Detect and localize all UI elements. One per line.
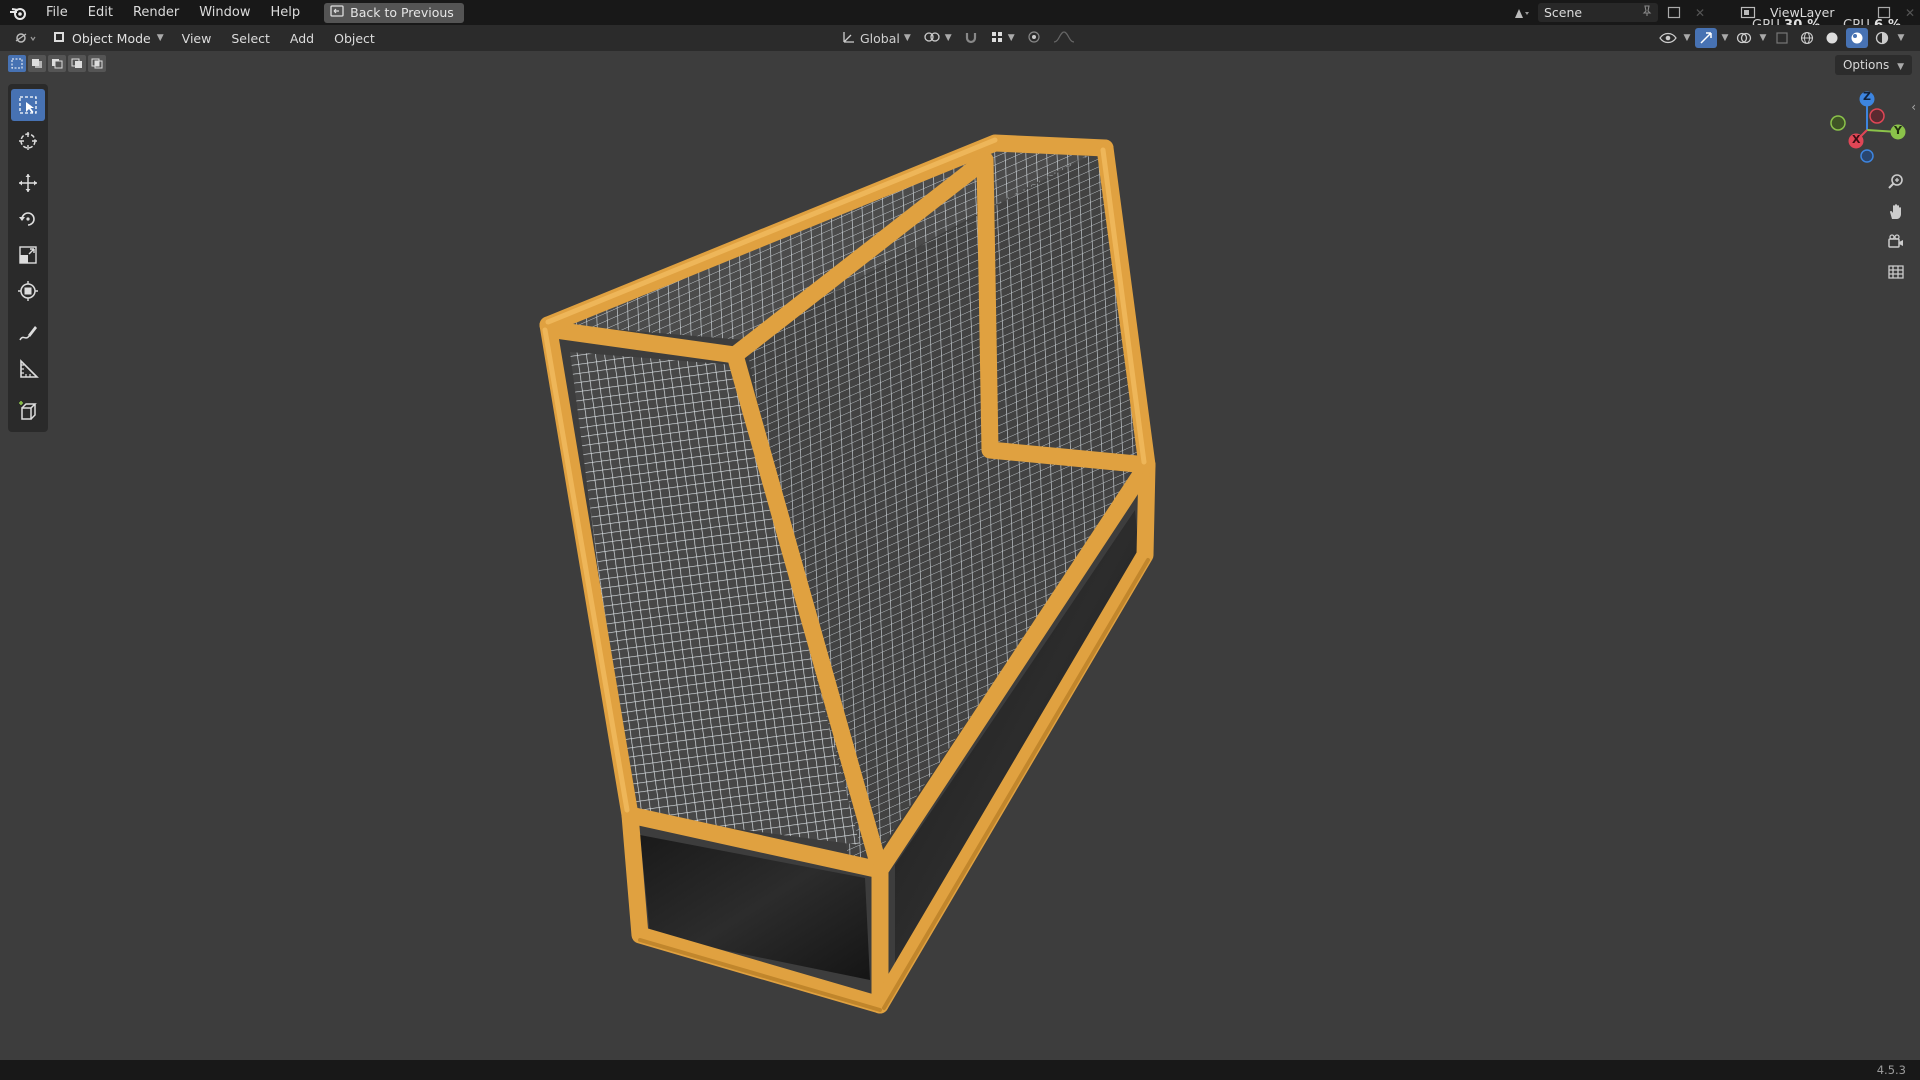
orientation-icon	[842, 30, 856, 47]
snap-grid-icon	[990, 30, 1004, 47]
wireframe-shading-icon[interactable]	[1796, 28, 1818, 48]
object-mode-dropdown[interactable]: Object Mode ▼	[48, 28, 172, 48]
menu-window[interactable]: Window	[189, 0, 260, 25]
version-label: 4.5.3	[1876, 1063, 1906, 1077]
status-bar: 4.5.3	[0, 1060, 1920, 1080]
menu-help[interactable]: Help	[261, 0, 311, 25]
chevron-down-icon: ▼	[944, 33, 952, 43]
rendered-shading-icon[interactable]	[1871, 28, 1893, 48]
viewport-display-tools: ▼ ▼ ▼ ▼	[1657, 28, 1906, 48]
editor-type-dropdown[interactable]	[10, 28, 42, 48]
close-scene-icon[interactable]: ✕	[1690, 3, 1710, 22]
chevron-down-icon[interactable]: ▼	[1896, 28, 1906, 48]
overlays-icon[interactable]	[1733, 28, 1755, 48]
menu-file[interactable]: File	[36, 0, 78, 25]
proportional-icon	[1027, 30, 1041, 47]
chevron-down-icon[interactable]: ▼	[1758, 28, 1768, 48]
pivot-point-dropdown[interactable]: ▼	[919, 28, 956, 48]
menu-add[interactable]: Add	[280, 31, 324, 46]
solid-shading-icon[interactable]	[1821, 28, 1843, 48]
viewport-3d[interactable]	[0, 51, 1920, 1064]
material-preview-icon[interactable]	[1846, 28, 1868, 48]
menu-edit[interactable]: Edit	[78, 0, 123, 25]
scene-name: Scene	[1544, 5, 1583, 20]
snap-target-dropdown[interactable]: ▼	[986, 28, 1019, 48]
transform-orientation-dropdown[interactable]: Global ▼	[838, 28, 915, 48]
falloff-icon	[1053, 30, 1075, 47]
falloff-dropdown[interactable]	[1049, 28, 1079, 48]
snap-toggle[interactable]	[960, 28, 982, 48]
scene-selector[interactable]: Scene	[1538, 3, 1658, 22]
scene-icon[interactable]	[1512, 3, 1532, 22]
back-to-previous-label: Back to Previous	[350, 4, 454, 20]
chevron-down-icon: ▼	[1007, 33, 1015, 43]
gizmo-toggle-icon[interactable]	[1695, 28, 1717, 48]
back-icon	[330, 3, 344, 23]
object-mode-icon	[52, 30, 66, 47]
orientation-label: Global	[860, 30, 900, 46]
transform-tools: Global ▼ ▼ ▼	[838, 28, 1079, 48]
chevron-down-icon[interactable]: ▼	[1682, 28, 1692, 48]
top-bar: File Edit Render Window Help Back to Pre…	[0, 0, 1920, 25]
viewport-header: Object Mode ▼ View Select Add Object Glo…	[0, 25, 1920, 51]
close-viewlayer-icon[interactable]: ✕	[1900, 3, 1920, 22]
pin-icon[interactable]	[1642, 5, 1652, 20]
visibility-icon[interactable]	[1657, 28, 1679, 48]
magnet-icon	[964, 30, 978, 47]
back-to-previous-button[interactable]: Back to Previous	[324, 2, 464, 23]
xray-icon[interactable]	[1771, 28, 1793, 48]
menu-view[interactable]: View	[172, 31, 222, 46]
menu-object[interactable]: Object	[324, 31, 385, 46]
new-scene-icon[interactable]	[1664, 3, 1684, 22]
chevron-down-icon: ▼	[156, 33, 164, 43]
menu-render[interactable]: Render	[123, 0, 189, 25]
chevron-down-icon[interactable]: ▼	[1720, 28, 1730, 48]
object-mode-label: Object Mode	[72, 30, 151, 46]
chevron-down-icon: ▼	[903, 33, 911, 43]
menu-select[interactable]: Select	[221, 31, 280, 46]
proportional-edit-toggle[interactable]	[1023, 28, 1045, 48]
pivot-icon	[923, 30, 941, 47]
blender-logo-icon[interactable]	[0, 0, 36, 25]
